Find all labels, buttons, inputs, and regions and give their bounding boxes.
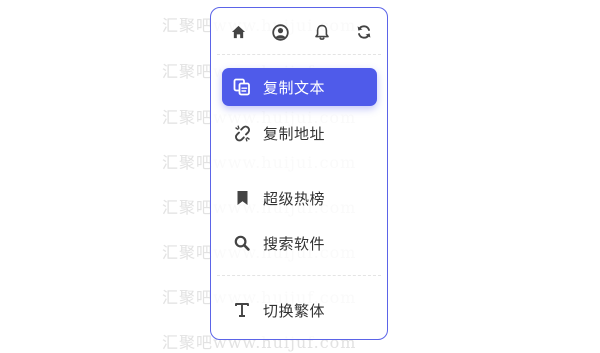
menu-item-copy-address[interactable]: 复制地址 [222,114,377,152]
menu-item-search-software[interactable]: 搜索软件 [222,224,377,262]
search-icon [233,234,251,252]
menu-divider [217,54,381,55]
bookmark-icon [233,189,251,207]
user-circle-icon[interactable] [268,20,292,44]
menu-item-label: 超级热榜 [263,189,326,208]
refresh-icon[interactable] [352,20,376,44]
unlink-icon [233,124,251,142]
copy-icon [233,78,251,96]
menu-item-hot-list[interactable]: 超级热榜 [222,179,377,217]
text-icon [233,301,251,319]
bell-icon[interactable] [310,20,334,44]
menu-divider [217,275,381,276]
menu-item-label: 复制文本 [263,78,326,97]
menu-item-label: 复制地址 [263,124,326,143]
menu-item-copy-text[interactable]: 复制文本 [222,68,377,106]
menu-item-label: 搜索软件 [263,234,326,253]
context-menu: 复制文本 复制地址 超级热榜 搜索软件 切换繁体 [210,7,388,340]
menu-item-traditional-chinese[interactable]: 切换繁体 [222,291,377,329]
home-icon[interactable] [226,20,250,44]
menu-item-label: 切换繁体 [263,301,326,320]
menu-top-toolbar [211,20,387,44]
